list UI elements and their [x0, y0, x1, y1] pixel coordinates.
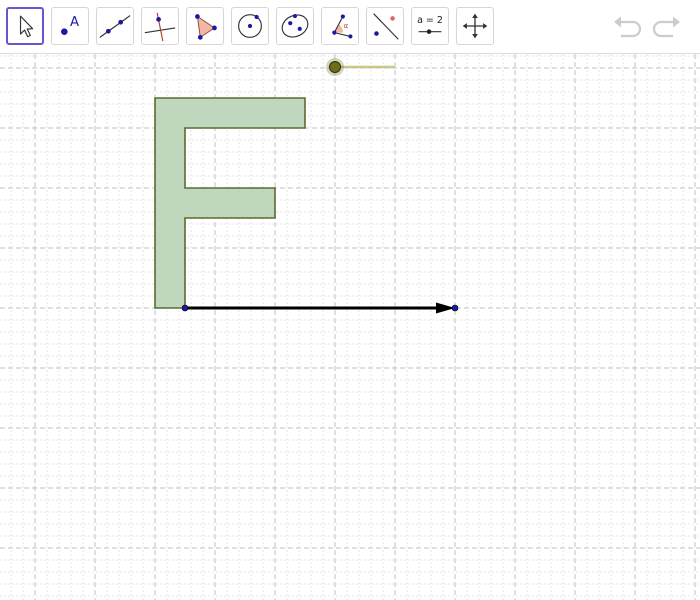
perpendicular-line-icon [144, 12, 176, 42]
vector-start-point[interactable] [181, 304, 189, 312]
tool-polygon-button[interactable] [186, 7, 224, 45]
undo-button[interactable] [611, 12, 645, 42]
angle-icon: α [332, 14, 353, 39]
move-graphics-view-icon [462, 13, 488, 39]
tool-slider-button[interactable]: a = 2 [411, 7, 449, 45]
toolbar: A α a = 2 [0, 0, 700, 54]
redo-button[interactable] [649, 12, 683, 42]
tool-move-graphics-button[interactable] [456, 7, 494, 45]
point-icon-label: A [70, 15, 79, 30]
reflect-about-line-icon [373, 13, 399, 40]
tool-ellipse-button[interactable] [276, 7, 314, 45]
slider-icon: a = 2 [417, 15, 443, 34]
letter-f-polygon[interactable] [154, 97, 306, 309]
slider-point[interactable] [329, 61, 341, 73]
slider-icon-label: a = 2 [417, 15, 443, 26]
tool-angle-button[interactable]: α [321, 7, 359, 45]
tool-perpendicular-button[interactable] [141, 7, 179, 45]
tool-line-button[interactable] [96, 7, 134, 45]
tool-point-button[interactable]: A [51, 7, 89, 45]
circle-center-point-icon [238, 14, 262, 38]
geogebra-app: A α a = 2 [0, 0, 700, 600]
redo-icon [652, 16, 680, 38]
tool-circle-button[interactable] [231, 7, 269, 45]
minor-grid [0, 54, 700, 600]
point-icon: A [61, 15, 79, 35]
ellipse-icon [281, 13, 309, 38]
line-through-two-points-icon [99, 15, 131, 38]
graphics-view[interactable] [0, 54, 700, 600]
undo-icon [614, 16, 642, 38]
angle-icon-label: α [344, 22, 349, 30]
tool-move-button[interactable] [6, 7, 44, 45]
move-cursor-icon [19, 15, 34, 38]
major-grid [0, 54, 700, 600]
tool-reflect-button[interactable] [366, 7, 404, 45]
polygon-icon [195, 14, 217, 40]
vector-end-point[interactable] [451, 304, 459, 312]
